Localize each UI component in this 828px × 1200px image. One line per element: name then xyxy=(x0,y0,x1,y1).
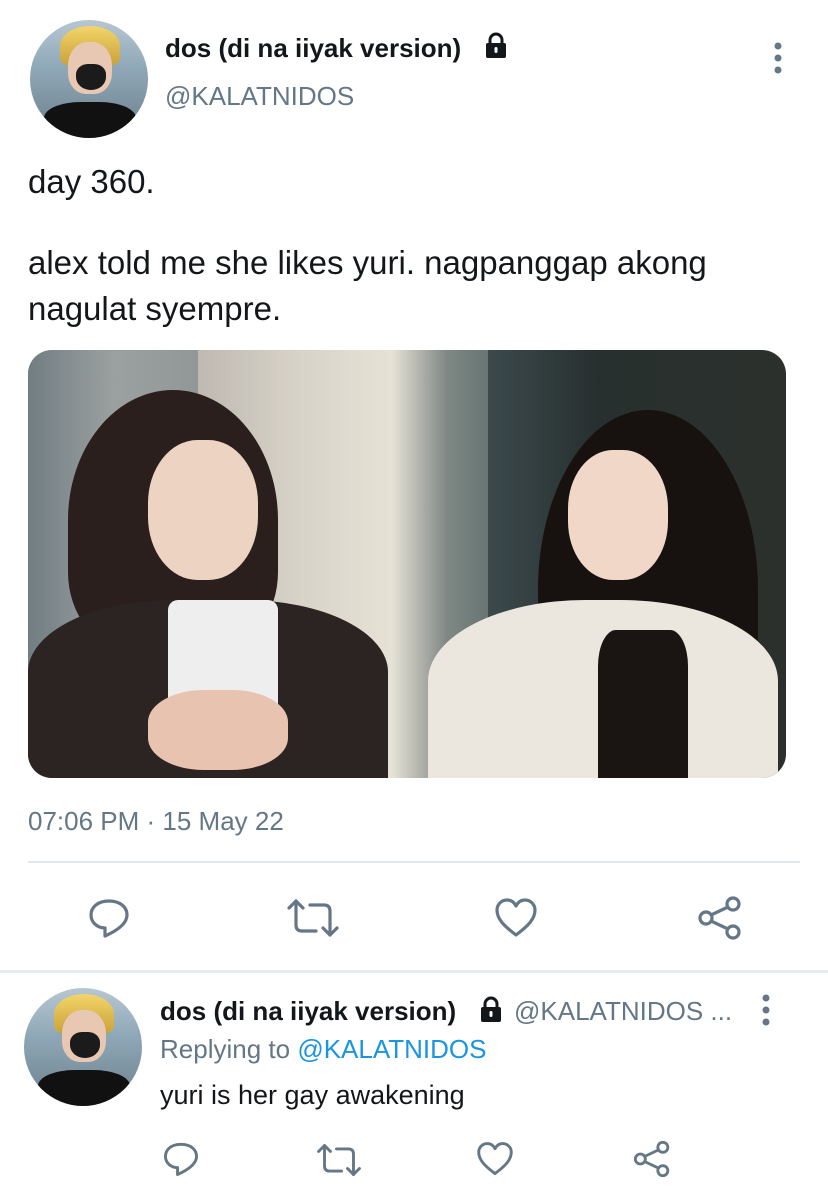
reply-handle[interactable]: @KALATNIDOS ... xyxy=(514,995,732,1027)
more-icon[interactable] xyxy=(754,992,778,1028)
reply-icon[interactable] xyxy=(87,896,131,940)
replying-to-line: Replying to @KALATNIDOS xyxy=(160,1033,487,1065)
reply-display-name[interactable]: dos (di na iiyak version) xyxy=(160,995,456,1027)
reply-icon[interactable] xyxy=(162,1140,200,1178)
share-icon[interactable] xyxy=(696,895,744,941)
tweet-timestamp[interactable]: 07:06 PM · 15 May 22 xyxy=(28,806,284,836)
author-display-name[interactable]: dos (di na iiyak version) xyxy=(165,32,461,64)
replying-to-label: Replying to xyxy=(160,1034,291,1064)
tweet-text-line1: day 360. xyxy=(28,163,155,200)
tweet-text-line2: alex told me she likes yuri. nagpanggap … xyxy=(28,244,707,327)
tweet-media-image[interactable] xyxy=(28,350,786,778)
author-handle[interactable]: @KALATNIDOS xyxy=(165,80,354,112)
author-avatar[interactable] xyxy=(30,20,148,138)
lock-icon xyxy=(478,996,504,1024)
more-icon[interactable] xyxy=(766,40,790,76)
divider xyxy=(28,861,800,863)
like-icon[interactable] xyxy=(476,1141,514,1177)
retweet-icon[interactable] xyxy=(286,897,340,939)
section-divider xyxy=(0,970,828,973)
share-icon[interactable] xyxy=(632,1139,672,1179)
retweet-icon[interactable] xyxy=(316,1142,362,1178)
reply-text: yuri is her gay awakening xyxy=(160,1080,465,1110)
replying-to-handle[interactable]: @KALATNIDOS xyxy=(297,1034,486,1064)
lock-icon xyxy=(483,32,509,60)
reply-author-avatar[interactable] xyxy=(24,988,142,1106)
like-icon[interactable] xyxy=(494,897,538,939)
